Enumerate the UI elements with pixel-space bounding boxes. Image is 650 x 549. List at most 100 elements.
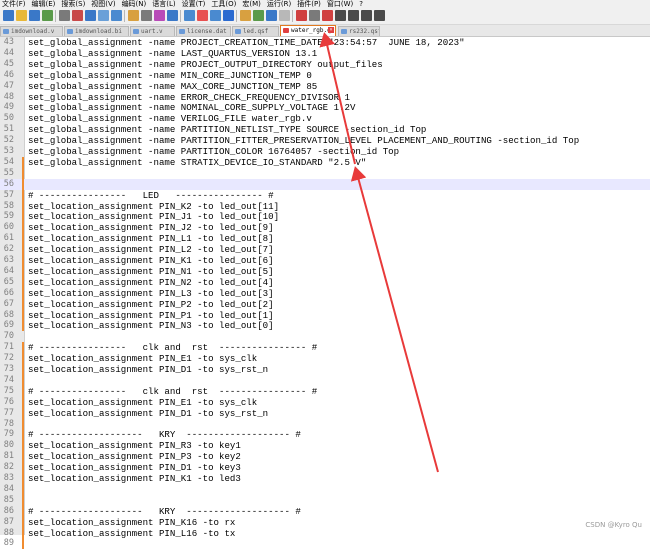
toolbar-button-icon[interactable] (128, 10, 139, 21)
toolbar-button-icon[interactable] (72, 10, 83, 21)
toolbar-button-icon[interactable] (374, 10, 385, 21)
tab-active[interactable]: water_rgb.qsf × (280, 25, 336, 36)
toolbar-button-icon[interactable] (240, 10, 251, 21)
code-line[interactable]: 85 (0, 494, 650, 506)
menu-item[interactable]: 设置(T) (182, 0, 206, 8)
code-line[interactable]: 70 (0, 331, 650, 342)
toolbar-button-icon[interactable] (296, 10, 307, 21)
code-line[interactable]: 69 set_location_assignment PIN_N3 -to led… (0, 320, 650, 332)
code-line[interactable]: 71 # ---------------- clk and rst -------… (0, 342, 650, 354)
code-line[interactable]: 76 set_location_assignment PIN_E1 -to sys… (0, 396, 650, 408)
code-line[interactable]: 62 set_location_assignment PIN_L2 -to led… (0, 244, 650, 256)
code-line[interactable]: 59 set_location_assignment PIN_J1 -to led… (0, 211, 650, 223)
toolbar-button-icon[interactable] (197, 10, 208, 21)
code-line[interactable]: 73 set_location_assignment PIN_D1 -to sys… (0, 364, 650, 375)
line-number: 73 (3, 364, 14, 374)
code-line[interactable]: 63 set_location_assignment PIN_K1 -to led… (0, 255, 650, 266)
code-line[interactable]: 44 set_global_assignment -name LAST_QUART… (0, 48, 650, 59)
tab[interactable]: rs232.qsf (338, 26, 380, 36)
toolbar-button-icon[interactable] (98, 10, 109, 21)
menu-item[interactable]: 文件(F) (2, 0, 26, 8)
toolbar-button-icon[interactable] (154, 10, 165, 21)
tab[interactable]: imdownload.v (0, 26, 63, 36)
menu-item[interactable]: 运行(R) (267, 0, 291, 8)
code-line[interactable]: 87 set_location_assignment PIN_K16 -to rx (0, 516, 650, 528)
code-line[interactable]: 47 set_global_assignment -name MAX_CORE_J… (0, 81, 650, 92)
code-line[interactable]: 86 # ------------------- KRY ------------… (0, 505, 650, 517)
code-line[interactable]: 48 set_global_assignment -name ERROR_CHEC… (0, 92, 650, 103)
code-line[interactable]: 64 set_location_assignment PIN_N1 -to led… (0, 265, 650, 277)
toolbar-button-icon[interactable] (16, 10, 27, 21)
code-line[interactable]: 54 set_global_assignment -name STRATIX_DE… (0, 156, 650, 168)
code-line[interactable]: 77 set_location_assignment PIN_D1 -to sys… (0, 407, 650, 419)
code-editor[interactable]: 43 set_global_assignment -name PROJECT_CR… (0, 37, 650, 549)
toolbar-button-icon[interactable] (210, 10, 221, 21)
toolbar-button-icon[interactable] (29, 10, 40, 21)
code-line[interactable]: 65 set_location_assignment PIN_N2 -to led… (0, 276, 650, 288)
code-line[interactable]: 43 set_global_assignment -name PROJECT_CR… (0, 37, 650, 48)
menu-item[interactable]: 插件(P) (297, 0, 321, 8)
code-line[interactable]: 58 set_location_assignment PIN_K2 -to led… (0, 200, 650, 212)
toolbar-button-icon[interactable] (167, 10, 178, 21)
menu-item[interactable]: 语言(L) (152, 0, 175, 8)
menu-item[interactable]: 编码(N) (122, 0, 147, 8)
tab[interactable]: license.dat (176, 26, 231, 36)
toolbar-button-icon[interactable] (85, 10, 96, 21)
menu-item[interactable]: 视图(V) (91, 0, 115, 8)
menu-item[interactable]: 宏(M) (242, 0, 261, 8)
menu-item[interactable]: 搜索(S) (61, 0, 85, 8)
toolbar-button-icon[interactable] (266, 10, 277, 21)
toolbar-button-icon[interactable] (279, 10, 290, 21)
code-line[interactable]: 51 set_global_assignment -name PARTITION_… (0, 124, 650, 135)
toolbar-button-icon[interactable] (42, 10, 53, 21)
code-line[interactable]: 68 set_location_assignment PIN_P1 -to led… (0, 309, 650, 321)
menu-item[interactable]: 窗口(W) (327, 0, 353, 8)
close-icon[interactable]: × (328, 27, 334, 33)
toolbar-button-icon[interactable] (3, 10, 14, 21)
menu-item[interactable]: ? (359, 0, 363, 8)
code-line[interactable]: 61 set_location_assignment PIN_L1 -to led… (0, 233, 650, 245)
code-line[interactable]: 81 set_location_assignment PIN_P3 -to key… (0, 451, 650, 463)
menu-item[interactable]: 编辑(E) (32, 0, 56, 8)
code-line[interactable]: 80 set_location_assignment PIN_R3 -to key… (0, 440, 650, 452)
code-line[interactable]: 83 set_location_assignment PIN_K1 -to led… (0, 473, 650, 484)
toolbar-button-icon[interactable] (111, 10, 122, 21)
code-line[interactable]: 89 (0, 538, 650, 549)
code-line[interactable]: 88 set_location_assignment PIN_L16 -to tx (0, 527, 650, 539)
line-number: 49 (3, 102, 14, 113)
toolbar-button-icon[interactable] (141, 10, 152, 21)
code-line[interactable]: 57 # ---------------- LED ---------------… (0, 189, 650, 201)
code-line[interactable]: 82 set_location_assignment PIN_D1 -to key… (0, 462, 650, 474)
code-line[interactable]: 75 # ---------------- clk and rst -------… (0, 385, 650, 397)
code-line[interactable]: 46 set_global_assignment -name MIN_CORE_J… (0, 70, 650, 81)
code-line[interactable]: 74 (0, 374, 650, 386)
code-line[interactable]: 79 # ------------------- KRY ------------… (0, 429, 650, 441)
code-line[interactable]: 53 set_global_assignment -name PARTITION_… (0, 146, 650, 157)
code-line[interactable]: 49 set_global_assignment -name NOMINAL_CO… (0, 102, 650, 113)
toolbar-button-icon[interactable] (322, 10, 333, 21)
toolbar-button-icon[interactable] (348, 10, 359, 21)
code-line[interactable]: 56 (0, 178, 650, 190)
code-line[interactable]: 55 (0, 167, 650, 179)
change-marker (22, 233, 24, 245)
tab[interactable]: led.qsf (232, 26, 279, 36)
code-line[interactable]: 67 set_location_assignment PIN_P2 -to led… (0, 298, 650, 310)
tab[interactable]: uart.v (130, 26, 175, 36)
code-line[interactable]: 84 (0, 483, 650, 495)
code-line[interactable]: 72 set_location_assignment PIN_E1 -to sys… (0, 353, 650, 365)
code-line[interactable]: 60 set_location_assignment PIN_J2 -to led… (0, 222, 650, 234)
toolbar-button-icon[interactable] (309, 10, 320, 21)
toolbar-button-icon[interactable] (223, 10, 234, 21)
code-line[interactable]: 45 set_global_assignment -name PROJECT_OU… (0, 59, 650, 70)
code-line[interactable]: 50 set_global_assignment -name VERILOG_FI… (0, 113, 650, 124)
toolbar-button-icon[interactable] (253, 10, 264, 21)
toolbar-button-icon[interactable] (184, 10, 195, 21)
toolbar-button-icon[interactable] (59, 10, 70, 21)
code-line[interactable]: 78 (0, 418, 650, 430)
toolbar-button-icon[interactable] (361, 10, 372, 21)
tab[interactable]: imdownload.bi (64, 26, 129, 36)
toolbar-button-icon[interactable] (335, 10, 346, 21)
menu-item[interactable]: 工具(O) (211, 0, 236, 8)
code-line[interactable]: 52 set_global_assignment -name PARTITION_… (0, 135, 650, 146)
code-line[interactable]: 66 set_location_assignment PIN_L3 -to led… (0, 287, 650, 299)
